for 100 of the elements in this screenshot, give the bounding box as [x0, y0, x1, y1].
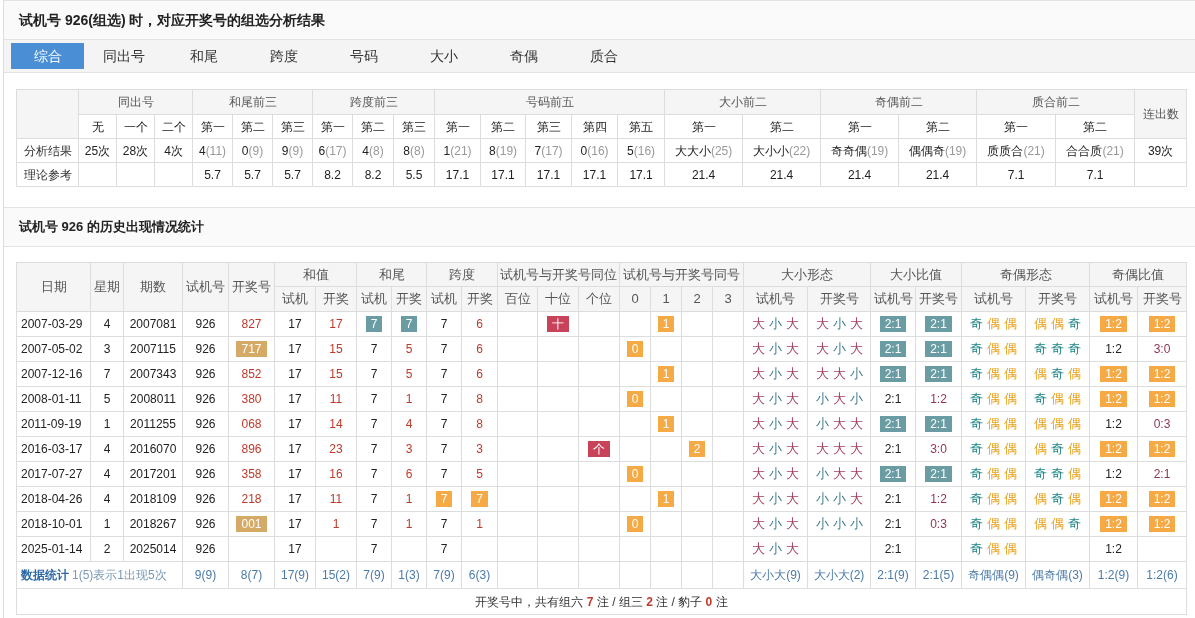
- table-cell: 2:1: [870, 486, 916, 512]
- table-cell: 1:2: [915, 386, 962, 412]
- row-header: 分析结果: [16, 138, 79, 163]
- table-cell: 偶偶奇(19): [898, 138, 977, 163]
- table-cell: 奇 奇 奇: [1025, 336, 1090, 362]
- table-cell: 小 小 大: [807, 486, 871, 512]
- number-badge: 2:1: [879, 416, 907, 432]
- tab[interactable]: 奇偶: [484, 40, 564, 72]
- column-header: 二个: [154, 114, 193, 139]
- number-badge: 1:2: [1100, 316, 1127, 332]
- number-badge: 1:2: [1100, 441, 1127, 457]
- table-cell: 3:0: [915, 436, 962, 462]
- table-cell: 17.1: [617, 162, 665, 187]
- table-cell: 8(19): [480, 138, 526, 163]
- column-header: 星期: [90, 262, 124, 312]
- table-cell: 小 大 大: [807, 411, 871, 437]
- table-cell: 4: [90, 436, 124, 462]
- table-cell: 0(16): [571, 138, 618, 163]
- table-cell: 2007-05-02: [16, 336, 91, 362]
- table-cell: 5: [391, 361, 427, 387]
- table-cell: 2011255: [123, 411, 183, 437]
- table-cell: 17.1: [480, 162, 526, 187]
- number-badge: 0: [626, 391, 644, 407]
- table-cell: 7: [426, 361, 462, 387]
- table-cell: 2:1(5): [915, 561, 962, 589]
- table-cell: 25次: [78, 138, 117, 163]
- column-header: 奇偶比值: [1089, 262, 1187, 287]
- tab[interactable]: 号码: [324, 40, 404, 72]
- column-header: 第二: [480, 114, 526, 139]
- number-badge: 2:1: [925, 466, 952, 482]
- table-cell: 1:2: [1089, 536, 1138, 562]
- section-title: 试机号 926 的历史出现情况统计: [19, 218, 204, 237]
- table-cell: 1: [391, 511, 427, 537]
- table-cell: 28次: [116, 138, 155, 163]
- table-cell: 2007343: [123, 361, 183, 387]
- table-cell: 1:2: [1089, 461, 1138, 487]
- table-cell: 7: [356, 361, 392, 387]
- column-header: 第三: [525, 114, 572, 139]
- table-cell: 大 小 大: [743, 461, 808, 487]
- table-cell: 1: [90, 411, 124, 437]
- number-badge: 7: [471, 491, 488, 507]
- column-header: 跨度: [426, 262, 498, 287]
- table-cell: 17(9): [274, 561, 316, 589]
- table-cell: 926: [182, 511, 229, 537]
- table-cell: 21.4: [820, 162, 899, 187]
- column-header: 第二: [742, 114, 821, 139]
- table-cell: 3: [461, 436, 498, 462]
- tab[interactable]: 大小: [404, 40, 484, 72]
- table-cell: 17: [274, 361, 316, 387]
- table-cell: 2:1: [870, 511, 916, 537]
- table-cell: 8: [461, 386, 498, 412]
- column-header: 大小形态: [743, 262, 871, 287]
- column-header: 试机号与开奖号同号: [619, 262, 744, 287]
- table-cell: 2025-01-14: [16, 536, 91, 562]
- table-cell: 17: [315, 311, 357, 337]
- table-cell: 15: [315, 361, 357, 387]
- table-cell: 0(9): [232, 138, 273, 163]
- table-cell: 2008011: [123, 386, 183, 412]
- number-badge: 2:1: [925, 316, 952, 332]
- tab[interactable]: 质合: [564, 40, 644, 72]
- table-cell: 1:2: [1089, 411, 1138, 437]
- tab[interactable]: 和尾: [164, 40, 244, 72]
- number-badge: 1:2: [1100, 391, 1127, 407]
- table-cell: 17: [274, 536, 316, 562]
- table-cell: 2007-12-16: [16, 361, 91, 387]
- number-badge: 2: [688, 441, 706, 457]
- table-cell: 5.7: [232, 162, 273, 187]
- column-header: 第二: [352, 114, 394, 139]
- table-cell: 3: [391, 436, 427, 462]
- table-cell: 926: [182, 486, 229, 512]
- table-cell: 5.5: [393, 162, 435, 187]
- table-cell: 17: [274, 386, 316, 412]
- table-cell: 926: [182, 536, 229, 562]
- column-header: 日期: [16, 262, 91, 312]
- table-cell: 1: [461, 511, 498, 537]
- number-badge: 十: [547, 316, 569, 332]
- tab[interactable]: 跨度: [244, 40, 324, 72]
- table-cell: 2018109: [123, 486, 183, 512]
- table-cell: 4: [90, 461, 124, 487]
- tab[interactable]: 同出号: [84, 40, 164, 72]
- table-cell: 2018-10-01: [16, 511, 91, 537]
- table-cell: 11: [315, 486, 357, 512]
- table-cell: 7: [356, 461, 392, 487]
- table-cell: 偶 奇 偶: [1025, 361, 1090, 387]
- number-badge: 2:1: [879, 466, 907, 482]
- table-cell: 8(7): [228, 561, 275, 589]
- table-cell: 合合质(21): [1055, 138, 1135, 163]
- table-cell: 奇 偶 偶: [961, 511, 1026, 537]
- table-cell: 偶 奇 偶: [1025, 436, 1090, 462]
- table-cell: 4: [391, 411, 427, 437]
- column-header: 第五: [617, 114, 665, 139]
- number-badge: 2:1: [879, 341, 907, 357]
- number-badge: 001: [236, 516, 267, 532]
- table-cell: 3:0: [1137, 336, 1187, 362]
- table-cell: 926: [182, 461, 229, 487]
- table-cell: 0:3: [915, 511, 962, 537]
- table-cell: 大 大 小: [807, 361, 871, 387]
- table-cell: 2007081: [123, 311, 183, 337]
- table-cell: 827: [228, 311, 275, 337]
- table-cell: 5: [461, 461, 498, 487]
